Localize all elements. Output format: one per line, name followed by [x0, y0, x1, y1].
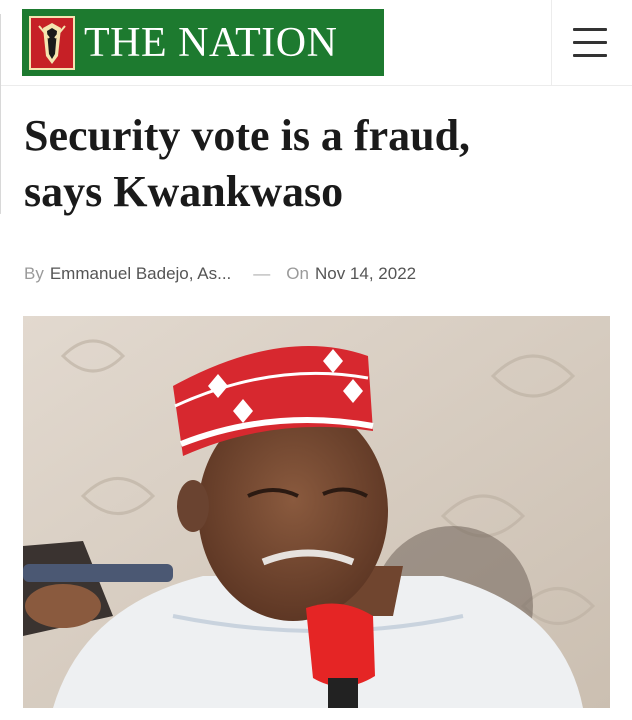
site-name: THE NATION [84, 19, 338, 66]
left-edge-border [0, 14, 4, 214]
nation-emblem-icon [29, 15, 75, 70]
publish-date: Nov 14, 2022 [314, 264, 417, 283]
headline-line-2: says Kwankwaso [24, 167, 344, 216]
author-link[interactable]: Emmanuel Badejo, As... [50, 264, 231, 284]
on-label: On [286, 264, 309, 283]
header-divider [551, 0, 552, 86]
by-label: By [24, 264, 44, 283]
site-logo[interactable]: THE NATION [22, 9, 384, 76]
headline-line-1: Security vote is a fraud, [24, 111, 471, 160]
article-headline: Security vote is a fraud, says Kwankwaso [24, 108, 604, 220]
site-header: THE NATION [0, 0, 632, 86]
article-photo[interactable] [23, 316, 610, 708]
hamburger-menu-icon[interactable] [568, 24, 612, 62]
article-byline: By Emmanuel Badejo, As... — On Nov 14, 2… [24, 264, 416, 284]
byline-separator: — [253, 264, 271, 283]
